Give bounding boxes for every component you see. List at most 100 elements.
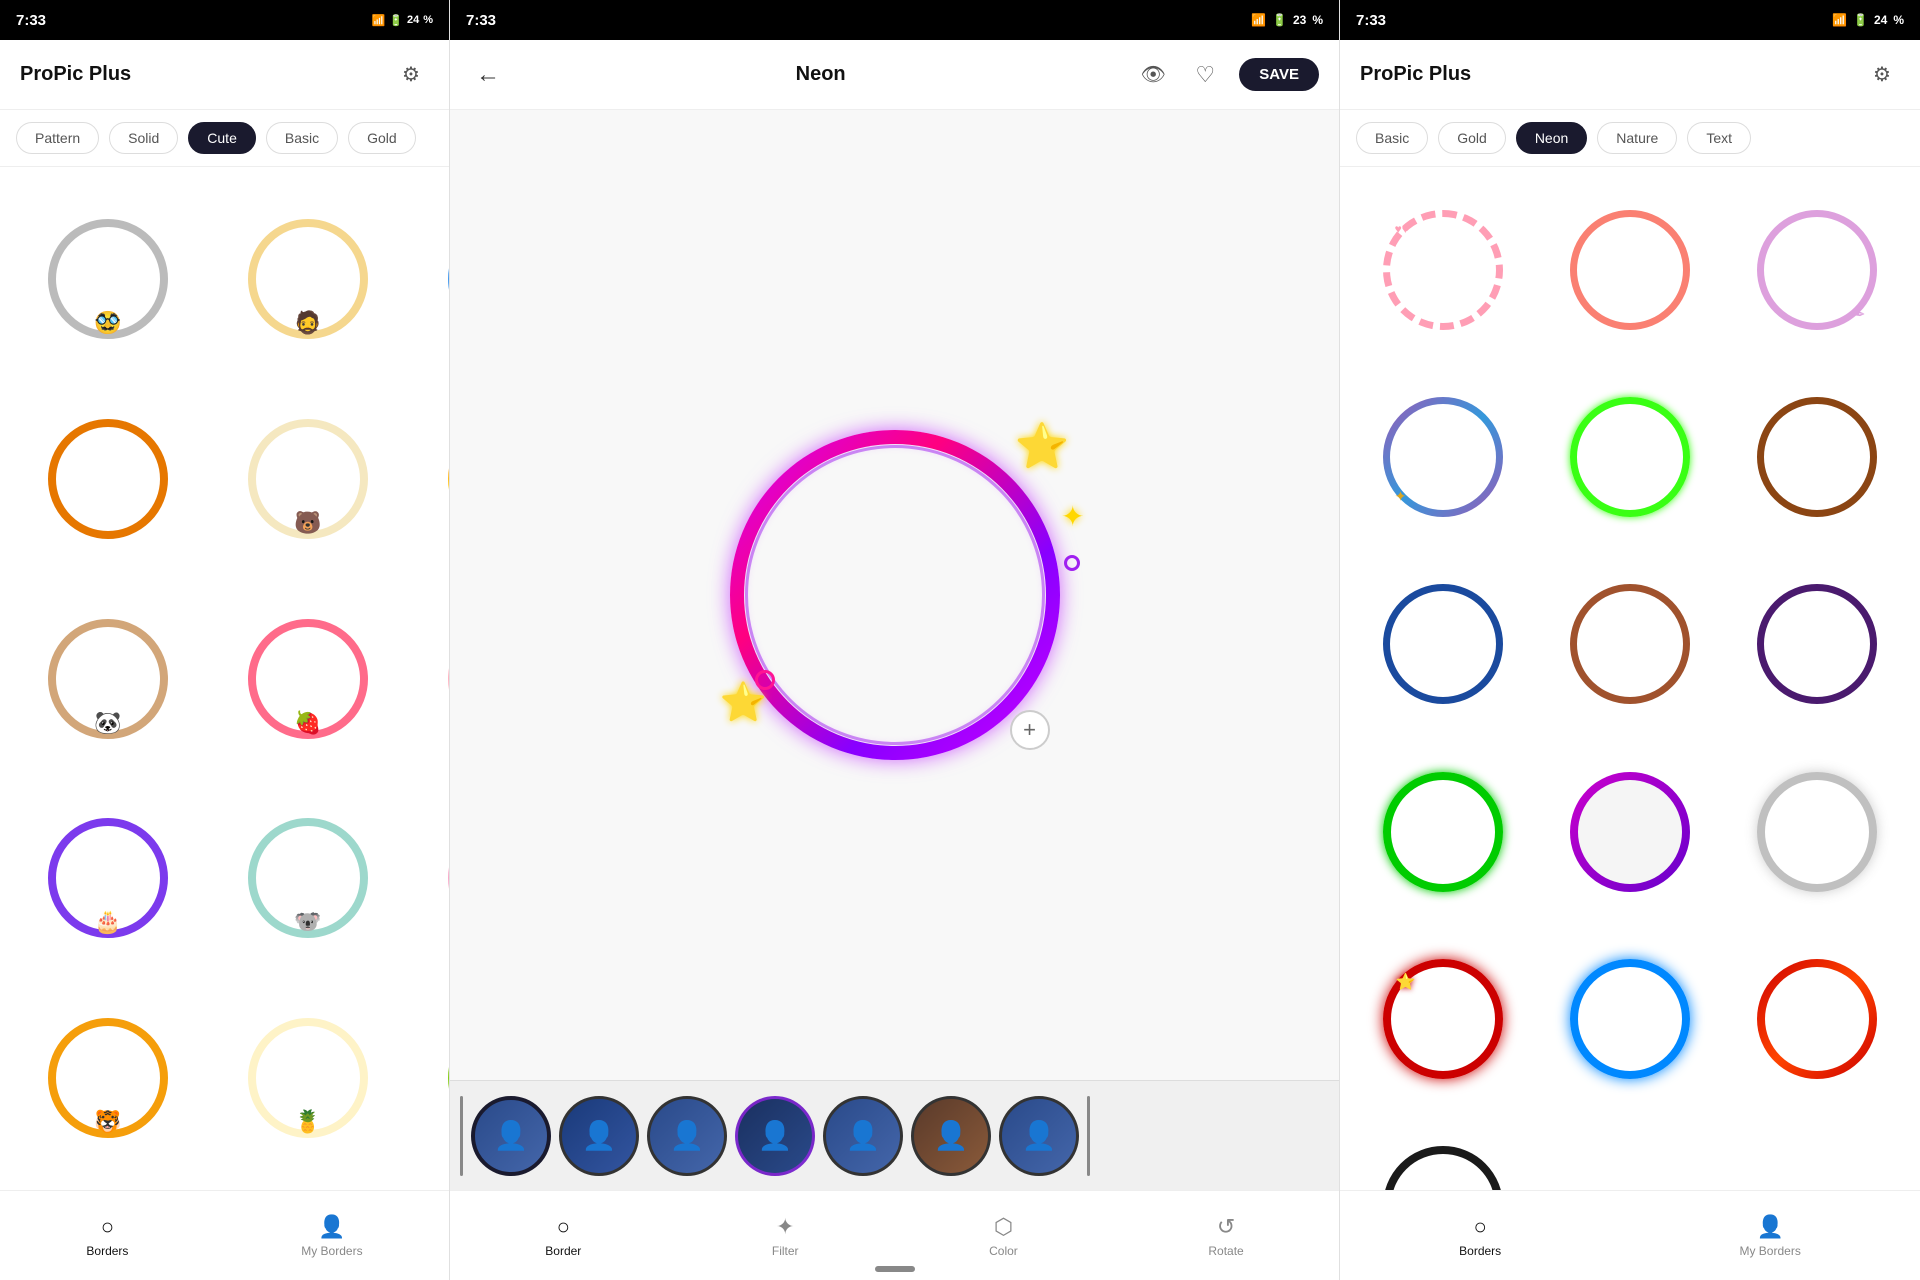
frames-grid-left: 🥸 🧔 🎀 🐻 🦄 <box>0 167 449 1190</box>
my-borders-icon-right: 👤 <box>1756 1214 1783 1240</box>
nav-borders-right[interactable]: ○ Borders <box>1459 1214 1501 1258</box>
list-item[interactable]: 👤 <box>999 1096 1079 1176</box>
list-item[interactable]: 🐯 <box>16 986 200 1170</box>
list-item[interactable] <box>1543 932 1716 1105</box>
list-item[interactable] <box>1731 558 1904 731</box>
my-borders-icon-left: 👤 <box>318 1214 345 1240</box>
nav-borders-left[interactable]: ○ Borders <box>86 1214 128 1258</box>
list-item[interactable]: ⭐ <box>1356 932 1529 1105</box>
list-item[interactable]: 👤 <box>559 1096 639 1176</box>
preview-area: ⭐ ⭐ ✦ <box>450 110 1339 1080</box>
tab-basic-right[interactable]: Basic <box>1356 122 1428 154</box>
eye-button[interactable]: 👁 <box>1135 57 1171 93</box>
status-icons-center: 📶 🔋 23% <box>1251 13 1323 27</box>
strip-handle-left <box>460 1096 463 1176</box>
list-item[interactable]: 👤 <box>471 1096 551 1176</box>
heart-button[interactable]: ♡ <box>1187 57 1223 93</box>
tab-cute[interactable]: Cute <box>188 122 256 154</box>
app-header-right: ProPic Plus ⚙ <box>1340 40 1920 110</box>
nav-my-borders-right[interactable]: 👤 My Borders <box>1739 1214 1800 1258</box>
add-photo-button[interactable]: + <box>1010 710 1050 750</box>
list-item[interactable]: 🍓 <box>216 587 400 771</box>
list-item[interactable]: 👤 <box>647 1096 727 1176</box>
circle-decoration-pink <box>755 670 775 690</box>
status-icons-right: 📶 🔋 24% <box>1832 13 1904 27</box>
list-item[interactable] <box>1731 932 1904 1105</box>
app-header-left: ProPic Plus ⚙ <box>0 40 449 110</box>
preview-frame: ⭐ ⭐ ✦ <box>730 430 1060 760</box>
settings-button-right[interactable]: ⚙ <box>1864 57 1900 93</box>
category-tabs-right: Basic Gold Neon Nature Text <box>1340 110 1920 167</box>
app-title-left: ProPic Plus <box>20 63 131 86</box>
borders-icon-right: ○ <box>1474 1214 1487 1240</box>
tab-text-right[interactable]: Text <box>1687 122 1751 154</box>
time-center: 7:33 <box>466 12 496 29</box>
list-item[interactable]: 👧 <box>416 786 449 970</box>
tab-neon-right[interactable]: Neon <box>1516 122 1587 154</box>
list-item[interactable]: 👤 <box>911 1096 991 1176</box>
tool-rotate-label: Rotate <box>1208 1244 1243 1258</box>
save-button[interactable]: SAVE <box>1239 58 1319 91</box>
nav-borders-label-left: Borders <box>86 1244 128 1258</box>
star-decoration-top: ⭐ <box>1015 420 1070 472</box>
tab-gold-left[interactable]: Gold <box>348 122 416 154</box>
list-item[interactable] <box>1731 370 1904 543</box>
list-item[interactable]: 🦄 <box>416 986 449 1170</box>
tool-border[interactable]: ○ Border <box>545 1214 581 1258</box>
list-item[interactable]: ✦ <box>1356 370 1529 543</box>
list-item[interactable]: 🎂 <box>16 786 200 970</box>
list-item[interactable] <box>1543 183 1716 356</box>
tool-color[interactable]: ⬡ Color <box>989 1214 1018 1258</box>
tool-filter-label: Filter <box>772 1244 799 1258</box>
list-item[interactable]: 🐻 <box>216 387 400 571</box>
filter-icon: ✦ <box>776 1214 794 1240</box>
list-item[interactable]: 🐨 <box>216 786 400 970</box>
list-item[interactable] <box>1543 745 1716 918</box>
bottom-nav-right: ○ Borders 👤 My Borders <box>1340 1190 1920 1280</box>
list-item[interactable]: 🎀 <box>416 187 449 371</box>
time-right: 7:33 <box>1356 12 1386 29</box>
settings-button-left[interactable]: ⚙ <box>393 57 429 93</box>
color-icon: ⬡ <box>994 1214 1013 1240</box>
nav-my-borders-label-left: My Borders <box>301 1244 362 1258</box>
photo-strip: 👤 👤 👤 👤 👤 👤 👤 <box>450 1080 1339 1190</box>
neon-inner-ring <box>745 445 1045 745</box>
tab-solid[interactable]: Solid <box>109 122 178 154</box>
list-item[interactable] <box>1356 745 1529 918</box>
header-actions: 👁 ♡ SAVE <box>1135 57 1319 93</box>
nav-borders-label-right: Borders <box>1459 1244 1501 1258</box>
back-button[interactable]: ← <box>470 57 506 93</box>
list-item[interactable] <box>16 387 200 571</box>
list-item[interactable] <box>1543 558 1716 731</box>
tool-border-label: Border <box>545 1244 581 1258</box>
status-bar-left: 7:33 📶 🔋 24% <box>0 0 449 40</box>
list-item[interactable] <box>1543 370 1716 543</box>
list-item[interactable]: ♥♥ <box>1356 183 1529 356</box>
status-bar-right: 7:33 📶 🔋 24% <box>1340 0 1920 40</box>
tool-color-label: Color <box>989 1244 1018 1258</box>
list-item[interactable]: 👤 <box>735 1096 815 1176</box>
list-item[interactable]: 🥸 <box>16 187 200 371</box>
app-header-center: ← Neon 👁 ♡ SAVE <box>450 40 1339 110</box>
tab-gold-right[interactable]: Gold <box>1438 122 1506 154</box>
list-item[interactable]: 🍼 <box>416 587 449 771</box>
list-item[interactable] <box>1356 1120 1529 1190</box>
left-panel: 7:33 📶 🔋 24% ProPic Plus ⚙ Pattern Solid… <box>0 0 450 1280</box>
tool-rotate[interactable]: ↺ Rotate <box>1208 1214 1243 1258</box>
list-item[interactable] <box>1731 745 1904 918</box>
tab-basic-left[interactable]: Basic <box>266 122 338 154</box>
list-item[interactable]: 👤 <box>823 1096 903 1176</box>
list-item[interactable]: ✒ <box>1731 183 1904 356</box>
tab-pattern[interactable]: Pattern <box>16 122 99 154</box>
nav-my-borders-left[interactable]: 👤 My Borders <box>301 1214 362 1258</box>
tool-filter[interactable]: ✦ Filter <box>772 1214 799 1258</box>
list-item[interactable]: 🧔 <box>216 187 400 371</box>
tab-nature-right[interactable]: Nature <box>1597 122 1677 154</box>
list-item[interactable]: 🍍 <box>216 986 400 1170</box>
list-item[interactable]: 🦄 <box>416 387 449 571</box>
star-decoration-mid: ✦ <box>1061 500 1084 533</box>
list-item[interactable]: 🐼 <box>16 587 200 771</box>
rotate-icon: ↺ <box>1217 1214 1235 1240</box>
list-item[interactable] <box>1356 558 1529 731</box>
status-icons-left: 📶 🔋 24% <box>372 14 433 27</box>
